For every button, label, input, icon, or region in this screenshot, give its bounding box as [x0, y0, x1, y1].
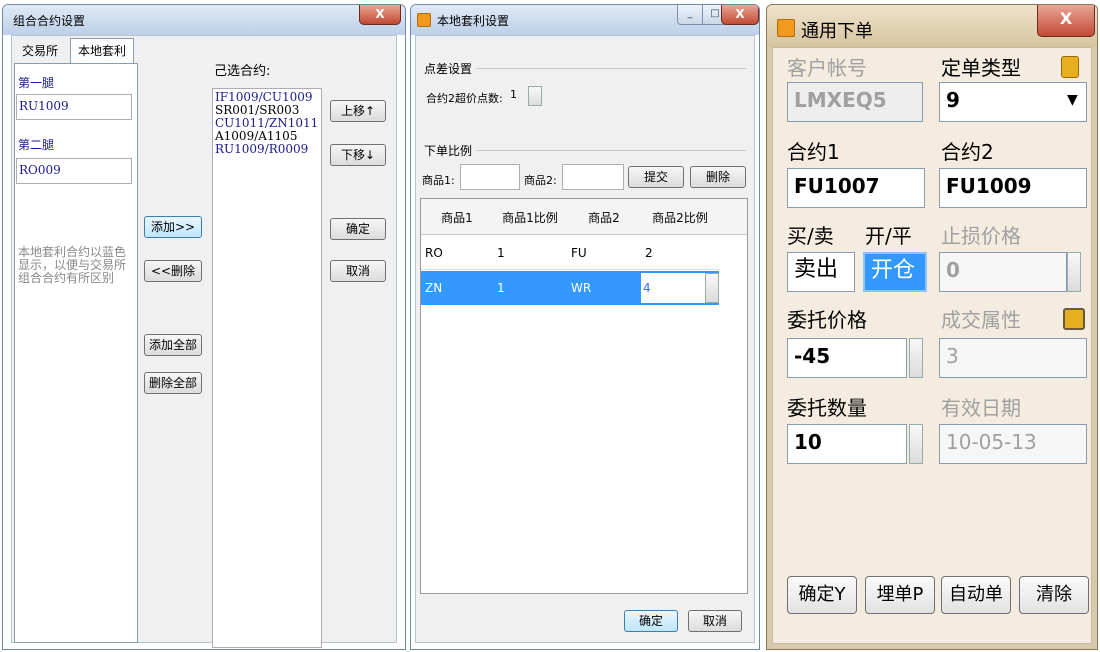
general-order-window: 通用下单 X 客户帐号 定单类型 LMXEQ5 9 ▼ 合约1 合约2 FU10…	[766, 4, 1098, 650]
spread-group-label: 点差设置	[424, 62, 473, 76]
expiry-label: 有效日期	[941, 396, 1021, 420]
submit-button[interactable]: 提交	[628, 166, 684, 188]
product1-label: 商品1:	[422, 174, 455, 187]
order-ratio-group-label: 下单比例	[424, 144, 473, 158]
contract1-label: 合约1	[787, 140, 840, 164]
close-button[interactable]: X	[1037, 5, 1095, 37]
header-cell: 商品1	[441, 211, 473, 225]
quantity-stepper[interactable]	[909, 424, 923, 464]
add-all-button[interactable]: 添加全部	[144, 334, 202, 356]
selected-contracts-list[interactable]: IF1009/CU1009 SR001/SR003 CU1011/ZN1011 …	[212, 88, 322, 648]
spread-points-value[interactable]: 1	[510, 88, 524, 101]
title-bar: 本地套利设置 _ □ X	[411, 5, 759, 35]
cancel-button[interactable]: 取消	[330, 260, 386, 282]
chevron-down-icon[interactable]: ▼	[1067, 92, 1078, 108]
table-cell: WR	[571, 281, 592, 295]
title-bar: 通用下单 X	[767, 5, 1097, 47]
divider	[476, 68, 746, 69]
combo-contract-window: 组合合约设置 X 交易所 本地套利 第一腿 RU1009 第二腿 RO009 本…	[2, 4, 406, 650]
leg2-input[interactable]: RO009	[16, 158, 132, 184]
contract2-input[interactable]: FU1009	[939, 168, 1087, 208]
quantity-input[interactable]: 10	[787, 424, 907, 464]
order-type-label: 定单类型	[941, 56, 1021, 80]
trade-attr-select[interactable]: 3	[939, 338, 1087, 378]
remove-all-button[interactable]: 删除全部	[144, 372, 202, 394]
tab-exchange[interactable]: 交易所	[14, 40, 66, 62]
close-button[interactable]: X	[359, 5, 401, 25]
header-cell: 商品2	[588, 211, 620, 225]
spread-points-label: 合约2超价点数:	[426, 92, 503, 105]
open-close-label: 开/平	[865, 224, 912, 248]
add-button[interactable]: 添加>>	[144, 216, 202, 238]
account-input[interactable]: LMXEQ5	[787, 82, 923, 122]
minimize-button[interactable]: _	[677, 5, 703, 25]
table-cell: 1	[497, 281, 505, 295]
buy-sell-select[interactable]: 卖出	[787, 252, 855, 292]
close-button[interactable]: X	[721, 5, 759, 25]
contract1-input[interactable]: FU1007	[787, 168, 925, 208]
product1-input[interactable]	[460, 164, 520, 190]
lock-icon	[1061, 56, 1079, 78]
price-label: 委托价格	[787, 308, 867, 332]
window-title: 本地套利设置	[437, 14, 510, 28]
title-bar: 组合合约设置 X	[3, 5, 405, 35]
order-type-select[interactable]: 9	[939, 82, 1087, 122]
lock-open-icon	[1063, 308, 1085, 330]
contract2-label: 合约2	[941, 140, 994, 164]
table-cell: FU	[571, 246, 587, 260]
table-header: 商品1 商品1比例 商品2 商品2比例	[421, 199, 747, 235]
trade-attr-label: 成交属性	[941, 308, 1021, 332]
table-cell: RO	[425, 246, 443, 260]
table-cell-editor[interactable]: 4	[641, 273, 705, 303]
product2-label: 商品2:	[524, 174, 557, 187]
expiry-select[interactable]: 10-05-13	[939, 424, 1087, 464]
table-cell: 1	[497, 246, 505, 260]
table-cell: ZN	[425, 281, 443, 295]
buy-sell-label: 买/卖	[787, 224, 834, 248]
ok-button[interactable]: 确定	[624, 610, 678, 632]
stop-loss-stepper[interactable]	[1067, 252, 1081, 292]
clear-button[interactable]: 清除	[1019, 576, 1089, 614]
window-title: 通用下单	[801, 21, 873, 42]
account-label: 客户帐号	[787, 56, 867, 80]
product2-input[interactable]	[562, 164, 624, 190]
leg1-input[interactable]: RU1009	[16, 94, 132, 120]
quantity-label: 委托数量	[787, 396, 867, 420]
ratio-stepper[interactable]	[705, 273, 719, 303]
selected-contracts-label: 己选合约:	[214, 64, 271, 79]
cancel-button[interactable]: 取消	[688, 610, 742, 632]
table-row[interactable]: RO 1 FU 2	[421, 236, 719, 270]
ratio-table: 商品1 商品1比例 商品2 商品2比例 RO 1 FU 2 ZN 1 WR 4	[420, 198, 748, 594]
leg2-label: 第二腿	[18, 138, 55, 152]
delete-button[interactable]: 删除	[690, 166, 746, 188]
list-item[interactable]: RU1009/R0009	[215, 143, 319, 156]
header-cell: 商品1比例	[502, 211, 558, 225]
open-close-select[interactable]: 开仓	[863, 252, 927, 292]
move-down-button[interactable]: 下移↓	[330, 144, 386, 166]
leg1-label: 第一腿	[18, 76, 55, 90]
confirm-button[interactable]: 确定Y	[787, 576, 857, 614]
spread-points-stepper[interactable]	[528, 86, 542, 106]
app-icon	[417, 13, 431, 27]
stop-loss-input[interactable]: 0	[939, 252, 1067, 292]
header-cell: 商品2比例	[652, 211, 708, 225]
window-title: 组合合约设置	[13, 14, 86, 28]
local-arbitrage-window: 本地套利设置 _ □ X 点差设置 合约2超价点数: 1 下单比例 商品1: 商…	[410, 4, 760, 650]
remove-button[interactable]: <<删除	[144, 260, 202, 282]
app-icon	[777, 19, 795, 37]
ok-button[interactable]: 确定	[330, 218, 386, 240]
table-cell: 2	[645, 246, 653, 260]
tab-local-arbitrage[interactable]: 本地套利	[70, 38, 134, 64]
table-row-selected[interactable]: ZN 1 WR 4	[421, 271, 719, 305]
auto-order-button[interactable]: 自动单	[941, 576, 1011, 614]
stop-loss-label: 止损价格	[941, 224, 1021, 248]
note-text: 本地套利合约以蓝色显示，以便与交易所组合合约有所区别	[18, 245, 127, 285]
price-stepper[interactable]	[909, 338, 923, 378]
price-input[interactable]: -45	[787, 338, 907, 378]
divider	[476, 150, 746, 151]
bury-order-button[interactable]: 埋单P	[865, 576, 935, 614]
move-up-button[interactable]: 上移↑	[330, 100, 386, 122]
